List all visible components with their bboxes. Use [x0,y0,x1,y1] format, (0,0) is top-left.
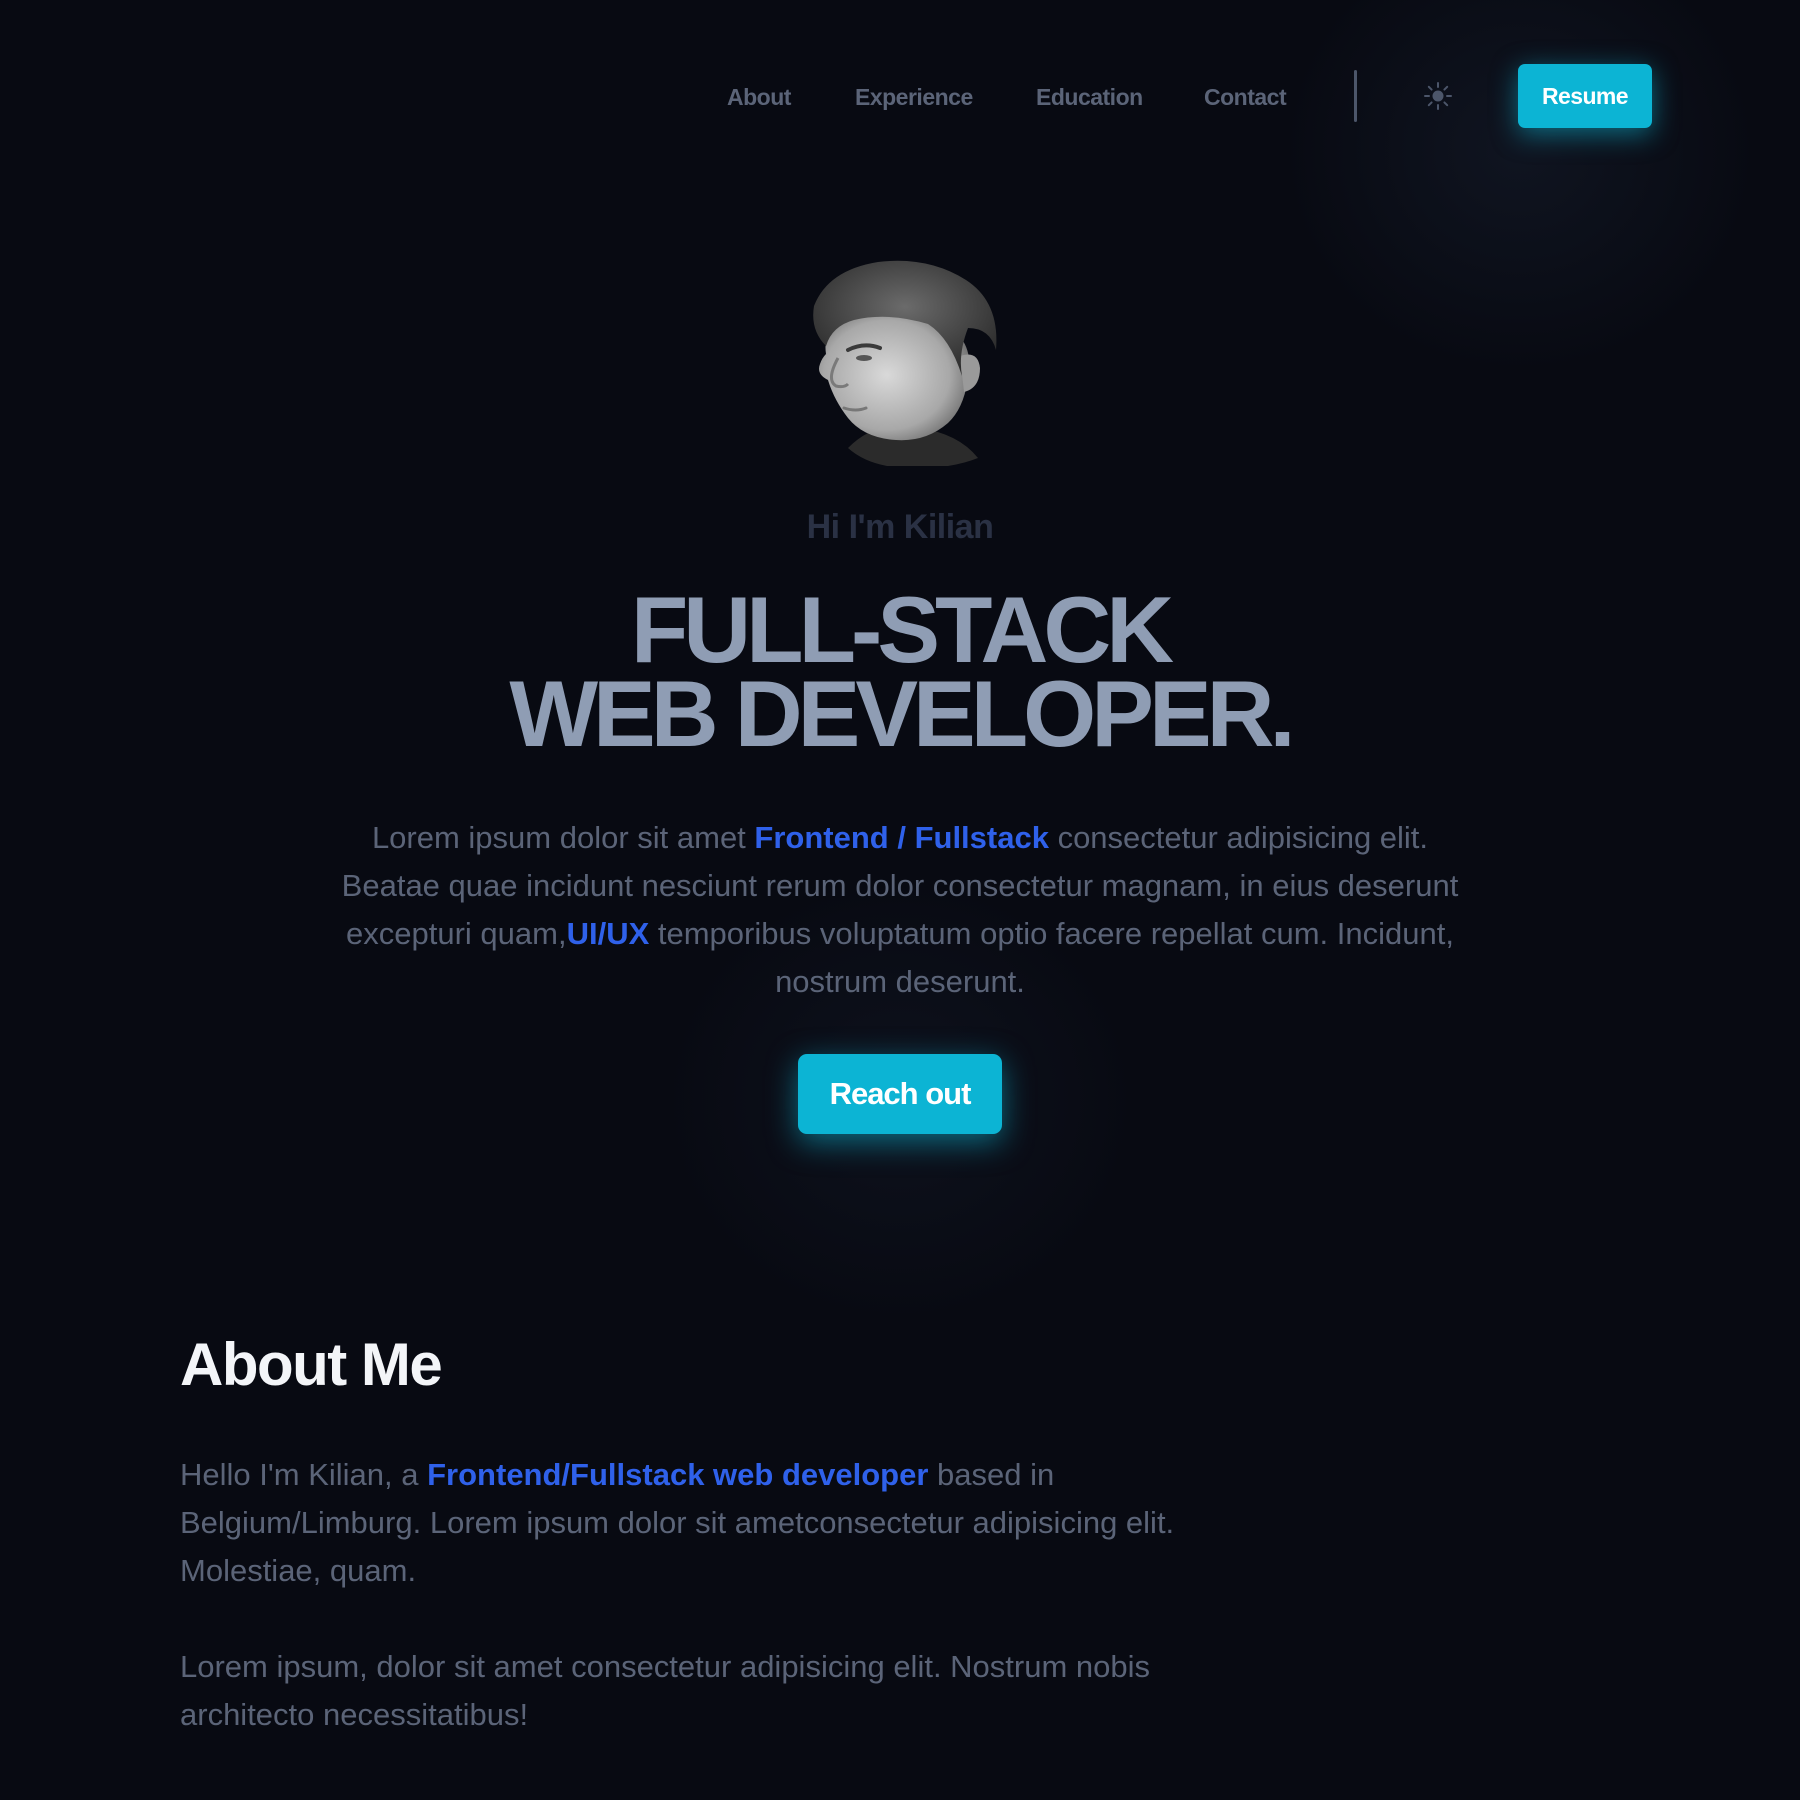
highlight-frontend-fullstack: Frontend / Fullstack [754,820,1049,855]
greeting: Hi I'm Kilian [806,508,994,546]
nav-link-experience[interactable]: Experience [855,84,973,111]
about-paragraph-1: Hello I'm Kilian, a Frontend/Fullstack w… [180,1451,1260,1595]
top-nav: About Experience Education Contact Resum [0,64,1800,128]
nav-link-education[interactable]: Education [1036,84,1143,111]
about-paragraph-2: Lorem ipsum, dolor sit amet consectetur … [180,1649,1151,1732]
hero-headline: FULL-STACK WEB DEVELOPER. [0,583,1800,761]
about-paragraph-3: Lorem ipsum dolor sit amet consectetur a… [180,1788,1260,1800]
about-text: Hello I'm Kilian, a [180,1457,428,1492]
resume-button[interactable]: Resume [1518,64,1652,128]
hero-desc-text: Lorem ipsum dolor sit amet [371,820,755,855]
sun-icon [1424,82,1452,110]
highlight-uiux: UI/UX [566,916,650,951]
nav-link-about[interactable]: About [727,84,791,111]
theme-toggle-button[interactable] [1420,78,1456,114]
highlight-role: Frontend/Fullstack web developer [427,1457,929,1492]
reach-out-button[interactable]: Reach out [798,1054,1002,1134]
portfolio-page: About Experience Education Contact Resum [0,0,1800,1800]
headline-line-2: WEB DEVELOPER. [509,661,1295,766]
avatar [813,260,997,466]
hero-description: Lorem ipsum dolor sit amet Frontend / Fu… [330,814,1470,1006]
nav-link-contact[interactable]: Contact [1204,84,1287,111]
nav-divider [1354,70,1357,122]
hero-desc-text: temporibus voluptatum optio facere repel… [649,916,1454,999]
about-section-title: About Me [180,1331,443,1398]
